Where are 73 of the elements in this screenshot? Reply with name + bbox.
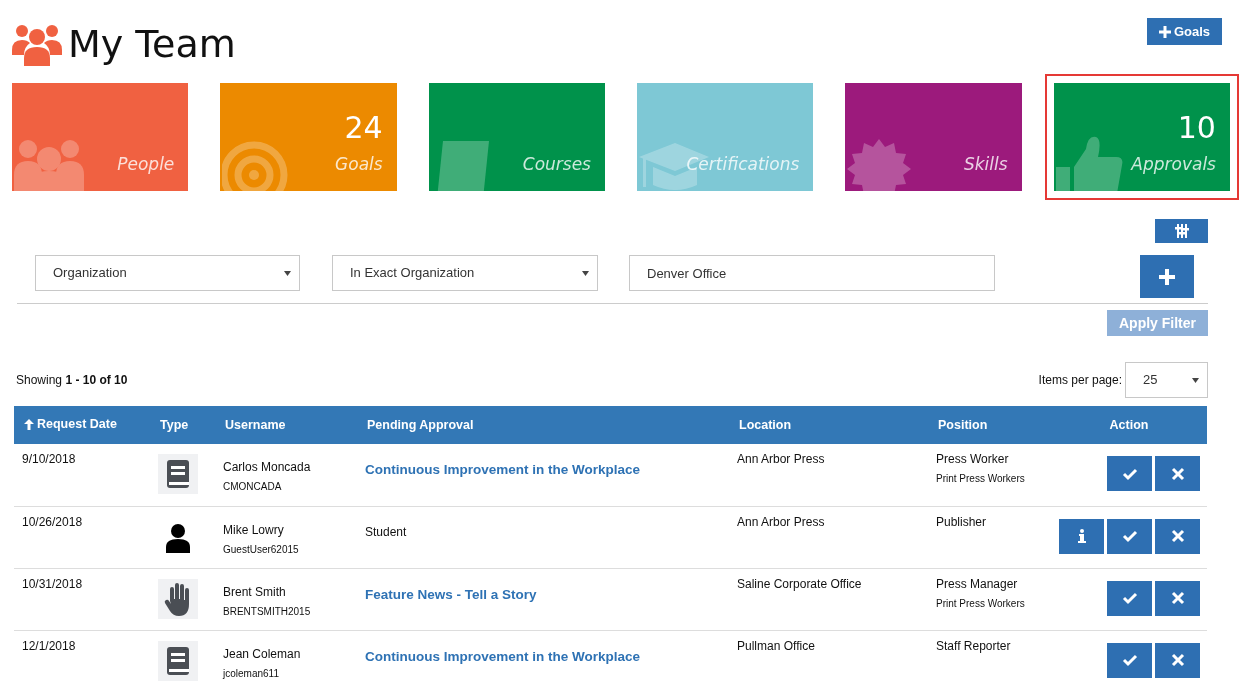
date-text: 12/1/2018 <box>22 638 76 653</box>
close-icon <box>1169 652 1186 668</box>
location-text: Ann Arbor Press <box>737 514 825 529</box>
add-goals-button[interactable]: Goals <box>1146 18 1222 45</box>
position-text: Staff Reporter <box>936 637 1012 655</box>
user-name: Brent Smith <box>223 583 287 601</box>
plus-icon <box>1159 268 1175 285</box>
tile-label: Approvals <box>1131 152 1216 176</box>
close-icon <box>1169 590 1186 606</box>
tile-card[interactable]: 10 Approvals <box>1044 74 1239 200</box>
approve-button[interactable] <box>1107 518 1152 554</box>
close-icon <box>1169 465 1186 482</box>
date-text: 10/26/2018 <box>22 514 83 529</box>
results-summary: Showing 1 - 10 of 10 <box>16 372 128 389</box>
user-id: jcoleman611 <box>223 666 280 681</box>
approval-text: Student <box>365 524 407 539</box>
tile-count: 24 <box>344 111 383 145</box>
hand-icon <box>158 578 198 619</box>
sort-arrow-icon <box>24 418 34 430</box>
reject-button[interactable] <box>1155 580 1200 616</box>
sliders-icon <box>1174 224 1189 238</box>
plus-icon <box>1158 25 1171 38</box>
operator-select[interactable]: In Exact Organization <box>332 255 598 291</box>
value-field[interactable]: Denver Office <box>629 255 995 291</box>
close-icon <box>1169 528 1186 544</box>
column-header[interactable]: Action <box>1109 415 1149 435</box>
user-id: GuestUser62015 <box>223 542 300 557</box>
position-text: Press Worker <box>936 451 1010 468</box>
tile-label: People <box>117 152 175 176</box>
user-name: Mike Lowry <box>223 521 285 539</box>
reject-button[interactable] <box>1155 518 1200 554</box>
caret-icon <box>582 270 589 276</box>
page-title: My Team <box>68 22 236 66</box>
approve-button[interactable] <box>1107 642 1152 678</box>
date-text: 10/31/2018 <box>22 576 83 591</box>
user-name: Carlos Moncada <box>223 459 312 476</box>
column-header[interactable]: Pending Approval <box>367 415 474 435</box>
info-button[interactable] <box>1059 518 1104 554</box>
check-icon <box>1121 590 1138 606</box>
approval-link[interactable]: Continuous Improvement in the Workplace <box>365 648 641 664</box>
approval-link[interactable]: Feature News - Tell a Story <box>365 586 537 602</box>
items-per-page-select[interactable]: 25 <box>1125 362 1208 398</box>
reject-button[interactable] <box>1155 642 1200 678</box>
reject-button[interactable] <box>1155 456 1200 491</box>
caret-icon <box>284 270 291 276</box>
approval-link[interactable]: Continuous Improvement in the Workplace <box>365 462 641 477</box>
check-icon <box>1121 652 1138 668</box>
location-text: Ann Arbor Press <box>737 452 825 466</box>
position-text: Publisher <box>936 513 988 531</box>
position-text: Press Manager <box>936 575 1019 593</box>
tile-label: Courses <box>522 152 591 176</box>
items-per-page-label: Items per page: <box>1038 372 1122 389</box>
caret-icon <box>1192 377 1199 383</box>
settings-button[interactable] <box>1155 219 1208 243</box>
column-header[interactable]: Location <box>739 415 792 435</box>
user-name: Jean Coleman <box>223 645 302 663</box>
tile-label: Skills <box>963 152 1008 176</box>
tile-label: Certifications <box>686 152 800 176</box>
team-icon <box>12 22 62 66</box>
user-id: CMONCADA <box>223 480 283 494</box>
group-text: Print Press Workers <box>936 472 1026 486</box>
tile-count: 10 <box>1177 111 1216 145</box>
tile-label: Goals <box>335 152 383 176</box>
date-text: 9/10/2018 <box>22 452 76 466</box>
group-text: Print Press Workers <box>936 596 1026 611</box>
user-id: BRENTSMITH2015 <box>223 604 312 619</box>
check-icon <box>1121 528 1138 544</box>
location-text: Saline Corporate Office <box>737 576 862 591</box>
approve-button[interactable] <box>1107 456 1152 491</box>
field-select[interactable]: Organization <box>35 255 300 291</box>
approve-button[interactable] <box>1107 580 1152 616</box>
location-text: Pullman Office <box>737 638 815 653</box>
add-button[interactable] <box>1140 255 1194 298</box>
